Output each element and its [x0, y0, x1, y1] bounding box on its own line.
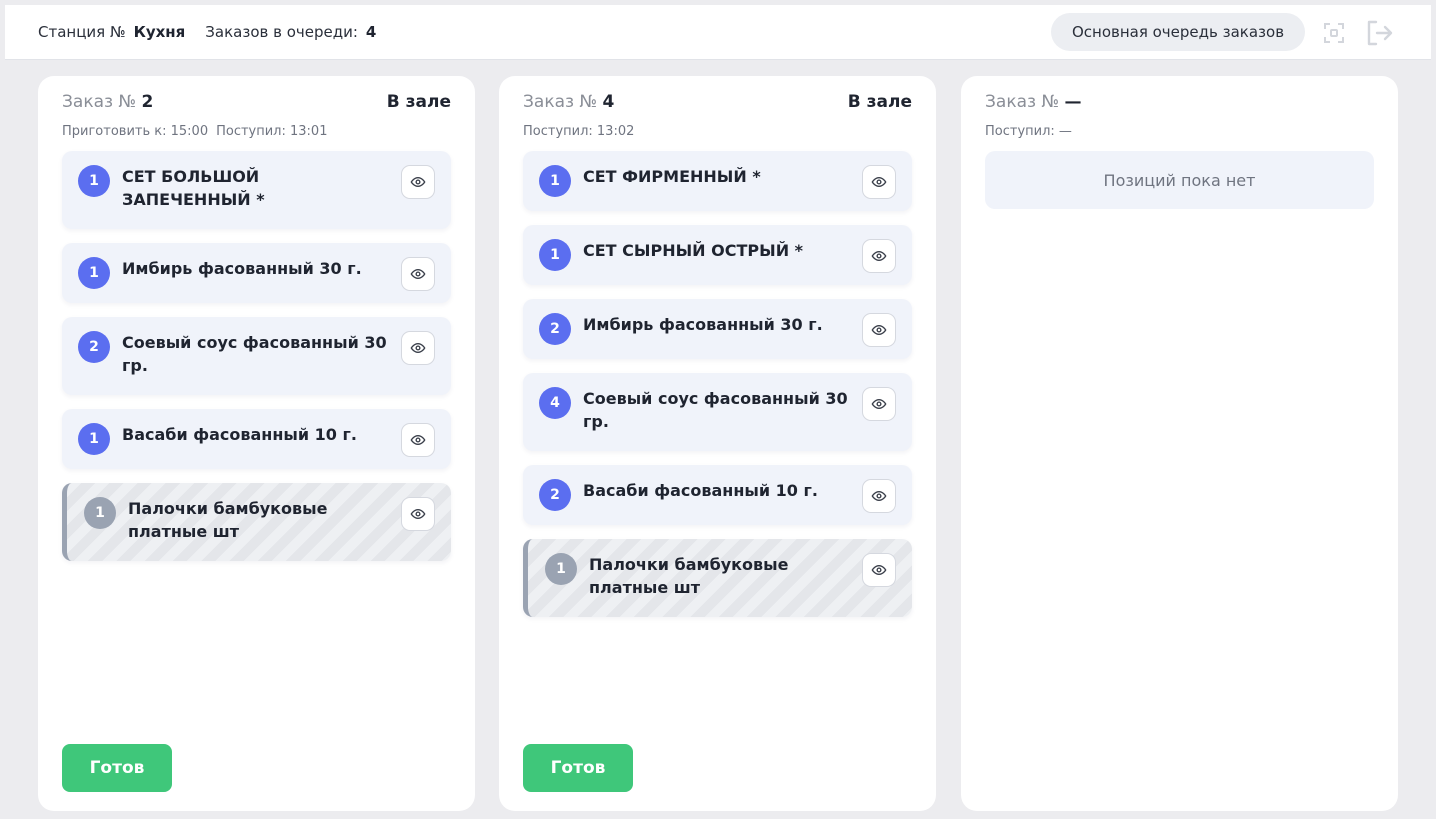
item-name: СЕТ ФИРМЕННЫЙ *: [583, 167, 761, 186]
item-quantity-badge: 1: [539, 165, 571, 197]
order-number: 2: [141, 92, 154, 112]
item-quantity-badge: 1: [545, 553, 577, 585]
order-items-list: 1 СЕТ БОЛЬШОЙ ЗАПЕЧЕННЫЙ * 1 Имбирь фасован…: [62, 151, 451, 575]
order-title-prefix: Заказ №: [62, 92, 137, 112]
order-item[interactable]: 1 СЕТ СЫРНЫЙ ОСТРЫЙ *: [523, 225, 912, 285]
header-divider: [5, 59, 1431, 60]
station-label: Станция №: [38, 23, 126, 41]
item-quantity-badge: 1: [539, 239, 571, 271]
eye-icon[interactable]: [401, 497, 435, 531]
order-status: В зале: [847, 92, 912, 112]
item-quantity-badge: 1: [84, 497, 116, 529]
eye-icon[interactable]: [401, 331, 435, 365]
item-name: Палочки бамбуковые платные шт: [589, 555, 789, 597]
order-meta: Поступил: 13:02: [523, 124, 634, 139]
order-number: 4: [602, 92, 615, 112]
item-name: Имбирь фасованный 30 г.: [122, 259, 362, 278]
order-meta: Приготовить к: 15:00 Поступил: 13:01: [62, 124, 327, 139]
queue-count-label: Заказов в очереди:: [205, 23, 358, 41]
item-quantity-badge: 2: [78, 331, 110, 363]
order-status: В зале: [386, 92, 451, 112]
fullscreen-icon[interactable]: [1318, 17, 1350, 49]
item-name: Имбирь фасованный 30 г.: [583, 315, 823, 334]
queue-count-value: 4: [365, 23, 377, 41]
item-quantity-badge: 1: [78, 423, 110, 455]
order-item[interactable]: 1 Палочки бамбуковые платные шт: [523, 539, 912, 617]
order-number: —: [1064, 92, 1082, 112]
eye-icon[interactable]: [401, 257, 435, 291]
order-meta-item: Поступил: 13:01: [216, 124, 328, 139]
order-title: Заказ № —: [985, 92, 1082, 112]
ready-button[interactable]: Готов: [523, 744, 633, 792]
eye-icon[interactable]: [862, 479, 896, 513]
item-name: Палочки бамбуковые платные шт: [128, 499, 328, 541]
order-item[interactable]: 1 СЕТ БОЛЬШОЙ ЗАПЕЧЕННЫЙ *: [62, 151, 451, 229]
item-name: СЕТ БОЛЬШОЙ ЗАПЕЧЕННЫЙ *: [122, 167, 265, 209]
top-bar: Станция № Кухня Заказов в очереди: 4 Осн…: [5, 5, 1431, 59]
order-meta: Поступил: —: [985, 124, 1072, 139]
order-title-prefix: Заказ №: [985, 92, 1060, 112]
eye-icon[interactable]: [862, 165, 896, 199]
order-card: Заказ № 2 В зале Приготовить к: 15:00 Посту…: [38, 76, 475, 811]
order-item[interactable]: 4 Соевый соус фасованный 30 гр.: [523, 373, 912, 451]
order-item[interactable]: 2 Соевый соус фасованный 30 гр.: [62, 317, 451, 395]
order-header: Заказ № 2 В зале: [62, 92, 451, 114]
ready-button[interactable]: Готов: [62, 744, 172, 792]
item-quantity-badge: 2: [539, 313, 571, 345]
eye-icon[interactable]: [862, 387, 896, 421]
item-name: Васаби фасованный 10 г.: [122, 425, 357, 444]
item-quantity-badge: 4: [539, 387, 571, 419]
order-item[interactable]: 1 СЕТ ФИРМЕННЫЙ *: [523, 151, 912, 211]
item-name: Соевый соус фасованный 30 гр.: [583, 389, 848, 431]
eye-icon[interactable]: [862, 553, 896, 587]
order-meta-item: Приготовить к: 15:00: [62, 124, 209, 139]
order-items-list: 1 СЕТ ФИРМЕННЫЙ * 1 СЕТ СЫРНЫЙ ОСТРЫЙ * 2 Имб…: [523, 151, 912, 631]
order-header: Заказ № —: [985, 92, 1374, 114]
order-item[interactable]: 1 Имбирь фасованный 30 г.: [62, 243, 451, 303]
item-quantity-badge: 1: [78, 165, 110, 197]
order-item[interactable]: 2 Имбирь фасованный 30 г.: [523, 299, 912, 359]
item-name: СЕТ СЫРНЫЙ ОСТРЫЙ *: [583, 241, 804, 260]
order-title-prefix: Заказ №: [523, 92, 598, 112]
order-meta-item: Поступил: 13:02: [523, 124, 635, 139]
eye-icon[interactable]: [401, 423, 435, 457]
item-quantity-badge: 1: [78, 257, 110, 289]
item-name: Соевый соус фасованный 30 гр.: [122, 333, 387, 375]
order-title: Заказ № 2: [62, 92, 153, 112]
main-queue-button[interactable]: Основная очередь заказов: [1051, 13, 1305, 51]
order-card: Заказ № 4 В зале Поступил: 13:02 1 СЕТ ФИРМЕ…: [499, 76, 936, 811]
eye-icon[interactable]: [862, 313, 896, 347]
item-name: Васаби фасованный 10 г.: [583, 481, 818, 500]
order-item[interactable]: 1 Палочки бамбуковые платные шт: [62, 483, 451, 561]
order-item[interactable]: 2 Васаби фасованный 10 г.: [523, 465, 912, 525]
empty-items-placeholder: Позиций пока нет: [985, 151, 1374, 209]
logout-icon[interactable]: [1363, 17, 1395, 49]
order-item[interactable]: 1 Васаби фасованный 10 г.: [62, 409, 451, 469]
order-header: Заказ № 4 В зале: [523, 92, 912, 114]
order-title: Заказ № 4: [523, 92, 614, 112]
order-meta-item: Поступил: —: [985, 124, 1072, 139]
eye-icon[interactable]: [862, 239, 896, 273]
eye-icon[interactable]: [401, 165, 435, 199]
order-card: Заказ № — Поступил: — Позиций пока нет: [961, 76, 1398, 811]
station-value: Кухня: [133, 23, 186, 41]
item-quantity-badge: 2: [539, 479, 571, 511]
